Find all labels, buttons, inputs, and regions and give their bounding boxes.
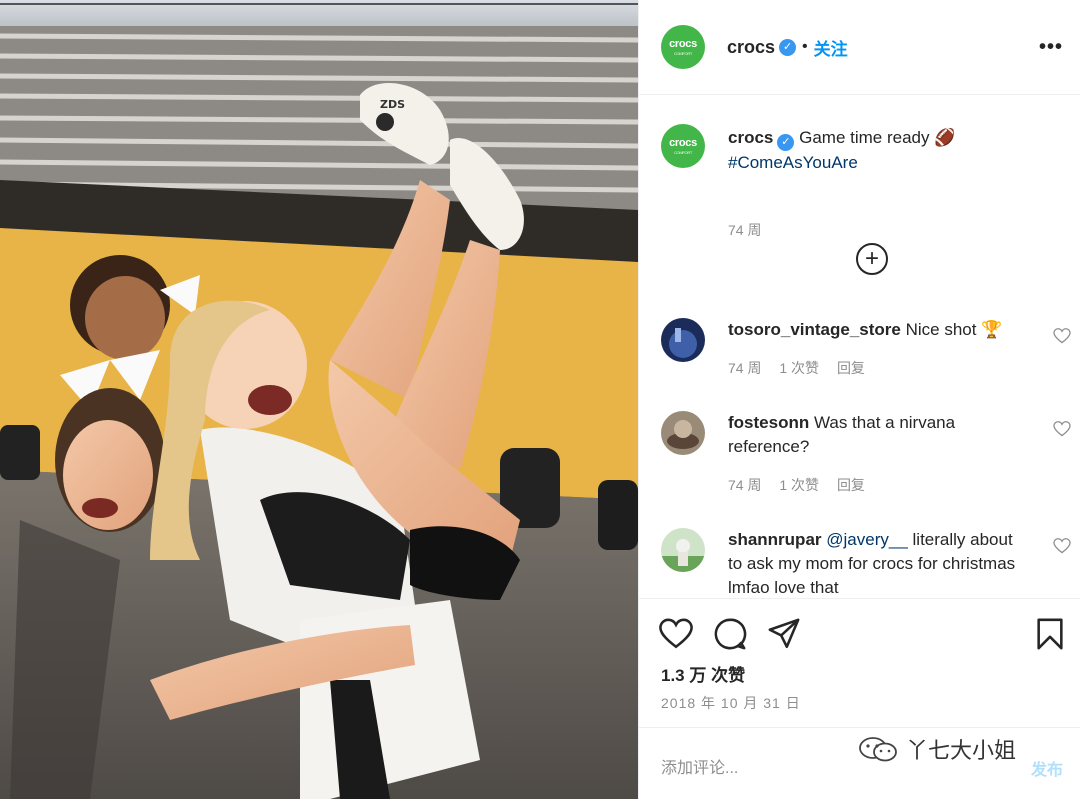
caption-time: 74 周 — [728, 222, 762, 238]
comment-username[interactable]: tosoro_vintage_store — [728, 320, 901, 339]
heart-icon[interactable] — [659, 617, 693, 651]
caption-text-block: crocs ✓ Game time ready 🏈 #ComeAsYouAre — [728, 126, 1058, 175]
comment-time: 74 周 — [728, 477, 762, 493]
comment-input[interactable]: 添加评论... — [661, 754, 738, 778]
bookmark-icon[interactable] — [1033, 617, 1067, 651]
heart-icon[interactable] — [1053, 421, 1071, 437]
add-circle-icon[interactable]: + — [856, 243, 888, 275]
logo-subtext: COMFORT — [673, 150, 693, 155]
comment-body: shannrupar @javery__ literally about to … — [728, 528, 1028, 598]
profile-avatar[interactable]: crocs COMFORT — [661, 25, 705, 69]
comment-username[interactable]: shannrupar — [728, 530, 822, 549]
svg-text:ZDS: ZDS — [380, 98, 405, 111]
post-photo: ZDS — [0, 0, 638, 799]
comment-body: fostesonn Was that a nirvana reference? — [728, 411, 1028, 459]
comment-text: Nice shot 🏆 — [905, 320, 1003, 339]
heart-icon[interactable] — [1053, 538, 1071, 554]
comment-likes[interactable]: 1 次赞 — [779, 360, 819, 376]
logo-text: crocs — [669, 38, 697, 50]
reply-button[interactable]: 回复 — [837, 477, 865, 493]
post-actions: 1.3 万 次赞 2018 年 10 月 31 日 — [639, 598, 1080, 726]
action-icons — [659, 617, 1069, 653]
logo-subtext: COMFORT — [673, 51, 693, 56]
comment-avatar[interactable] — [661, 318, 705, 362]
header-separator: • — [802, 38, 808, 55]
post-comment-button[interactable]: 发布 — [1031, 756, 1063, 780]
comment-item: tosoro_vintage_store Nice shot 🏆 74 周 1 … — [661, 318, 1071, 388]
watermark: 丫七大小姐 — [858, 733, 1016, 765]
wechat-icon — [859, 737, 897, 762]
comment-meta: 74 周 1 次赞 回复 — [728, 358, 879, 378]
header-username[interactable]: crocs — [727, 37, 775, 58]
comment-username[interactable]: fostesonn — [728, 413, 809, 432]
comment-item: shannrupar @javery__ literally about to … — [661, 528, 1071, 598]
logo-text: crocs — [669, 137, 697, 149]
comment-time: 74 周 — [728, 360, 762, 376]
reply-button[interactable]: 回复 — [837, 360, 865, 376]
comment-avatar[interactable] — [661, 411, 705, 455]
comment-mention[interactable]: @javery__ — [826, 530, 908, 549]
heart-icon[interactable] — [1053, 328, 1071, 344]
like-count[interactable]: 1.3 万 次赞 — [661, 661, 745, 686]
verified-badge-icon: ✓ — [777, 134, 795, 151]
post-side-panel: crocs COMFORT crocs ✓ • 关注 ••• crocs COM… — [638, 0, 1080, 799]
follow-button[interactable]: 关注 — [814, 35, 848, 60]
post-date: 2018 年 10 月 31 日 — [661, 695, 801, 711]
comment-body: tosoro_vintage_store Nice shot 🏆 — [728, 318, 1028, 342]
post-header: crocs COMFORT crocs ✓ • 关注 ••• — [639, 0, 1080, 95]
comment-item: fostesonn Was that a nirvana reference? … — [661, 411, 1071, 501]
more-options-icon[interactable]: ••• — [1039, 36, 1063, 59]
comment-icon[interactable] — [713, 617, 747, 651]
comment-likes[interactable]: 1 次赞 — [779, 477, 819, 493]
comment-meta: 74 周 1 次赞 回复 — [728, 475, 879, 495]
comments-list[interactable]: crocs COMFORT crocs ✓ Game time ready 🏈 #… — [639, 96, 1080, 598]
watermark-text: 丫七大小姐 — [906, 738, 1017, 763]
comment-avatar[interactable] — [661, 528, 705, 572]
caption-text: Game time ready 🏈 — [799, 128, 956, 147]
verified-badge-icon: ✓ — [779, 38, 797, 56]
share-icon[interactable] — [767, 617, 801, 651]
caption-hashtag[interactable]: #ComeAsYouAre — [728, 153, 858, 172]
caption-username[interactable]: crocs — [728, 128, 773, 147]
caption-avatar[interactable]: crocs COMFORT — [661, 124, 705, 168]
